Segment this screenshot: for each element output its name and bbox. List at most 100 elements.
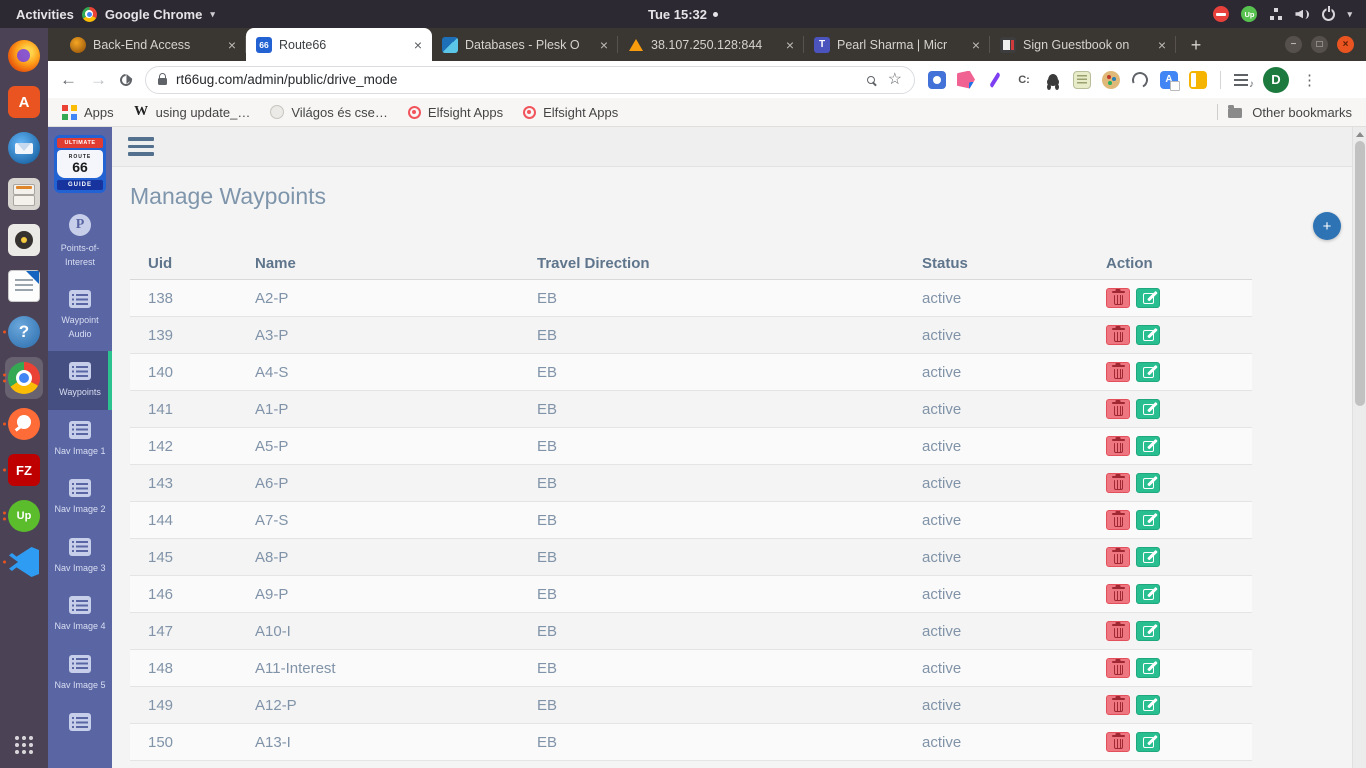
bookmark-star-icon[interactable]: ☆ (888, 71, 902, 88)
colorzilla-icon[interactable]: C: (1015, 71, 1033, 89)
close-button[interactable]: × (1337, 36, 1354, 53)
dock-item-postman[interactable] (2, 401, 46, 447)
row-delete-button[interactable] (1106, 621, 1130, 641)
row-delete-button[interactable] (1106, 288, 1130, 308)
address-bar[interactable]: rt66ug.com/admin/public/drive_mode ☆ (145, 65, 915, 94)
screen-share-icon[interactable] (928, 70, 946, 89)
pink-extension-icon[interactable]: 1 (957, 70, 975, 89)
tab-sign-guestbook-on[interactable]: Sign Guestbook on × (990, 28, 1176, 61)
sidebar-item-waypoint-audio[interactable]: Waypoint Audio (48, 279, 112, 351)
app-menu-button[interactable]: Google Chrome (105, 7, 203, 22)
dock-item-rhythmbox[interactable] (2, 217, 46, 263)
translate-icon[interactable]: A (1160, 70, 1180, 91)
activities-button[interactable]: Activities (16, 7, 74, 22)
row-delete-button[interactable] (1106, 547, 1130, 567)
scrollbar-thumb[interactable] (1355, 141, 1365, 406)
row-delete-button[interactable] (1106, 510, 1130, 530)
network-icon[interactable] (1269, 7, 1283, 21)
sidebar-item-nav-image-5[interactable]: Nav Image 5 (48, 644, 112, 703)
tab-databases-plesk-o[interactable]: Databases - Plesk O × (432, 28, 618, 61)
tab-back-end-access[interactable]: Back-End Access × (60, 28, 246, 61)
row-delete-button[interactable] (1106, 399, 1130, 419)
sidebar-item-nav-image-4[interactable]: Nav Image 4 (48, 585, 112, 644)
tab-close-icon[interactable]: × (1156, 37, 1168, 53)
row-edit-button[interactable] (1136, 288, 1160, 308)
system-menu-caret-icon[interactable]: ▾ (1347, 9, 1352, 20)
row-delete-button[interactable] (1106, 732, 1130, 752)
forward-button[interactable]: → (90, 71, 107, 88)
hamburger-menu-icon[interactable] (128, 137, 154, 156)
dock-item-libreoffice-writer[interactable] (2, 263, 46, 309)
scrollbar[interactable] (1352, 127, 1366, 768)
row-edit-button[interactable] (1136, 732, 1160, 752)
dock-item-show-applications[interactable] (2, 722, 46, 768)
clock[interactable]: Tue 15:32 (648, 7, 719, 22)
dock-item-firefox[interactable] (2, 33, 46, 79)
feather-icon[interactable] (986, 71, 1004, 89)
add-waypoint-button[interactable]: + (1313, 212, 1341, 240)
reload-button[interactable] (117, 71, 135, 88)
bookmark-elfsight-apps[interactable]: Elfsight Apps (407, 105, 503, 120)
upwork-tray-icon[interactable]: Up (1241, 6, 1258, 22)
tab-route66[interactable]: 66 Route66 × (246, 28, 432, 61)
media-controls-icon[interactable] (1234, 73, 1254, 90)
sidebar-item-nav-image-2[interactable]: Nav Image 2 (48, 468, 112, 527)
tab-close-icon[interactable]: × (784, 37, 796, 53)
dock-item-thunderbird[interactable] (2, 125, 46, 171)
recycle-icon[interactable] (1131, 71, 1149, 89)
row-delete-button[interactable] (1106, 325, 1130, 345)
row-edit-button[interactable] (1136, 695, 1160, 715)
power-icon[interactable] (1322, 7, 1336, 21)
row-edit-button[interactable] (1136, 584, 1160, 604)
row-edit-button[interactable] (1136, 362, 1160, 382)
sidebar-panel-icon[interactable] (1189, 70, 1207, 89)
scroll-up-arrow-icon[interactable] (1355, 132, 1364, 137)
dock-item-filezilla[interactable]: FZ (2, 447, 46, 493)
dock-item-google-chrome[interactable] (2, 355, 46, 401)
url-text[interactable]: rt66ug.com/admin/public/drive_mode (176, 72, 858, 87)
tab-close-icon[interactable]: × (970, 37, 982, 53)
bug-icon[interactable] (1044, 71, 1062, 89)
row-delete-button[interactable] (1106, 658, 1130, 678)
dock-item-vscode[interactable] (2, 539, 46, 585)
tab-close-icon[interactable]: × (412, 37, 424, 53)
minimize-button[interactable]: − (1285, 36, 1302, 53)
sidebar-item-nav-image-1[interactable]: Nav Image 1 (48, 410, 112, 469)
do-not-disturb-icon[interactable] (1213, 6, 1230, 22)
browser-menu-icon[interactable]: ⋮ (1302, 71, 1317, 89)
bookmark-vil-gos-s-cse[interactable]: Világos és cse… (270, 105, 388, 120)
row-edit-button[interactable] (1136, 325, 1160, 345)
volume-icon[interactable] (1295, 8, 1310, 21)
row-edit-button[interactable] (1136, 621, 1160, 641)
row-edit-button[interactable] (1136, 399, 1160, 419)
profile-avatar[interactable]: D (1263, 66, 1289, 93)
sidebar-item-points-of-interest[interactable]: P Points-of-Interest (48, 203, 112, 279)
tab-close-icon[interactable]: × (598, 37, 610, 53)
row-edit-button[interactable] (1136, 547, 1160, 567)
sidebar-item-item[interactable] (48, 702, 112, 741)
row-delete-button[interactable] (1106, 362, 1130, 382)
row-edit-button[interactable] (1136, 436, 1160, 456)
notes-icon[interactable] (1073, 70, 1091, 89)
other-bookmarks[interactable]: Other bookmarks (1217, 104, 1352, 120)
tab-close-icon[interactable]: × (226, 37, 238, 53)
row-delete-button[interactable] (1106, 473, 1130, 493)
bookmark-using-update[interactable]: Wusing update_… (134, 104, 250, 120)
tab-pearl-sharma-micr[interactable]: T Pearl Sharma | Micr × (804, 28, 990, 61)
row-edit-button[interactable] (1136, 510, 1160, 530)
sidebar-item-nav-image-3[interactable]: Nav Image 3 (48, 527, 112, 586)
row-edit-button[interactable] (1136, 473, 1160, 493)
dock-item-upwork[interactable]: Up (2, 493, 46, 539)
dock-item-archive-manager[interactable] (2, 171, 46, 217)
row-delete-button[interactable] (1106, 436, 1130, 456)
palette-icon[interactable] (1102, 70, 1120, 89)
bookmark-apps[interactable]: Apps (62, 104, 114, 120)
dock-item-help[interactable]: ? (2, 309, 46, 355)
maximize-button[interactable]: □ (1311, 36, 1328, 53)
row-edit-button[interactable] (1136, 658, 1160, 678)
back-button[interactable]: ← (60, 71, 77, 88)
sidebar-item-waypoints[interactable]: Waypoints (48, 351, 112, 410)
tab-38-107-250-128-844[interactable]: 38.107.250.128:844 × (618, 28, 804, 61)
dock-item-ubuntu-software[interactable]: A (2, 79, 46, 125)
new-tab-button[interactable]: + (1182, 31, 1210, 59)
